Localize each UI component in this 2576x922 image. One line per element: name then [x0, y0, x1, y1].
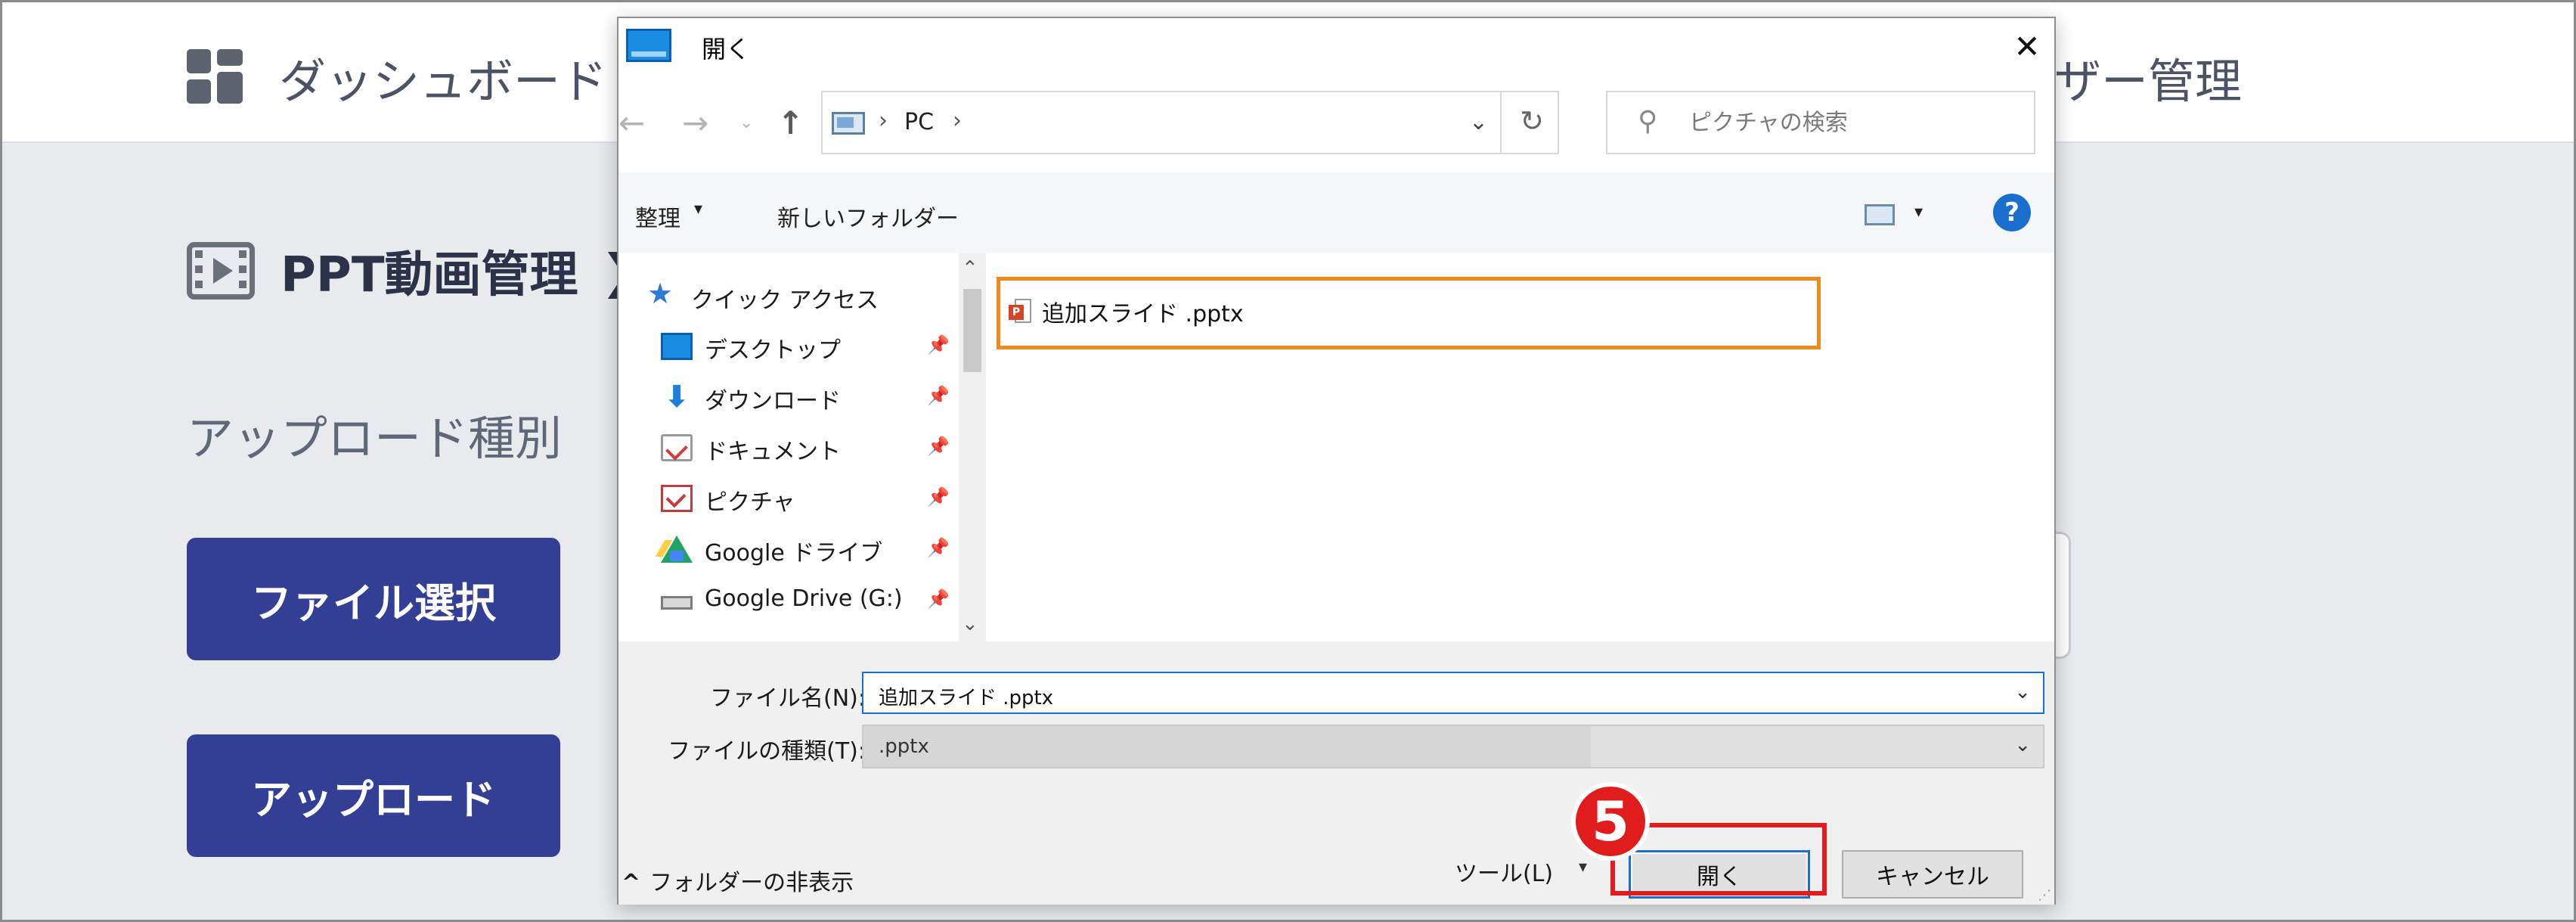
pin-icon: 📌: [927, 537, 950, 558]
pin-icon: 📌: [927, 588, 950, 610]
tools-caret-icon[interactable]: ▾: [1579, 858, 1587, 877]
hide-folders-toggle[interactable]: ^ フォルダーの非表示: [622, 864, 854, 897]
address-dropdown-chevron-icon[interactable]: ⌄: [1469, 109, 1488, 135]
filetype-selection-highlight: [863, 726, 1591, 767]
file-list: P 追加スライド .pptx: [994, 253, 2044, 641]
star-icon: ★: [647, 277, 674, 310]
chevron-down-icon[interactable]: ⌄: [2014, 734, 2031, 756]
content-panel-edge: [2056, 532, 2071, 659]
view-options-caret-icon[interactable]: ▾: [1914, 203, 1923, 222]
back-arrow-icon[interactable]: ←: [618, 104, 645, 141]
dialog-bottom-panel: ファイル名(N): 追加スライド .pptx ⌄ ファイルの種類(T): .pp…: [618, 641, 2054, 905]
nav-item-google-drive[interactable]: Google ドライブ 📌: [618, 523, 966, 573]
nav-item-label: ピクチャ: [705, 489, 795, 516]
pin-icon: 📌: [927, 385, 950, 406]
filetype-select[interactable]: .pptx ⌄: [862, 725, 2044, 768]
nav-item-label: クイック アクセス: [691, 287, 879, 314]
filetype-value[interactable]: .pptx: [879, 735, 929, 758]
nav-item-quick-access[interactable]: ★ クイック アクセス: [618, 271, 966, 321]
address-row: ← → ⌄ ↑ › PC › ⌄ ↻ ⚲: [618, 91, 2054, 159]
nav-item-pictures[interactable]: ピクチャ 📌: [618, 473, 966, 523]
breadcrumb-separator-icon[interactable]: ›: [953, 107, 962, 134]
dashboard-icon: [187, 49, 243, 104]
filename-value[interactable]: 追加スライド .pptx: [879, 682, 1053, 710]
command-bar: 整理 ▾ 新しいフォルダー ▾ ?: [618, 172, 2054, 253]
chevron-down-icon[interactable]: ⌄: [2014, 681, 2031, 703]
filetype-label: ファイルの種類(T):: [668, 738, 866, 765]
address-bar[interactable]: › PC › ⌄ ↻: [821, 91, 1559, 154]
file-select-button[interactable]: ファイル選択: [187, 538, 560, 660]
search-input[interactable]: [1689, 92, 2022, 153]
organize-caret-icon[interactable]: ▾: [694, 200, 702, 219]
pin-icon: 📌: [927, 334, 950, 355]
nav-item-google-drive-g[interactable]: Google Drive (G:) 📌: [618, 575, 966, 625]
cancel-button[interactable]: キャンセル: [1842, 850, 2023, 899]
scroll-up-chevron-icon[interactable]: ⌃: [962, 257, 978, 280]
nav-dashboard-link[interactable]: ダッシュボード: [279, 43, 607, 111]
breadcrumb-pc[interactable]: PC: [904, 109, 934, 135]
up-arrow-icon[interactable]: ↑: [777, 104, 804, 141]
documents-icon: [661, 434, 693, 461]
upload-type-label: アップロード種別: [187, 411, 563, 466]
pictures-icon: [661, 485, 693, 512]
help-icon[interactable]: ?: [1993, 194, 2031, 231]
scroll-down-chevron-icon[interactable]: ⌄: [962, 613, 978, 635]
section-header: PPT動画管理 ❯: [187, 237, 640, 305]
close-button[interactable]: ✕: [2006, 26, 2048, 67]
file-name: 追加スライド .pptx: [1042, 301, 1244, 328]
filename-input[interactable]: 追加スライド .pptx ⌄: [862, 672, 2044, 714]
view-options-icon[interactable]: [1865, 204, 1895, 225]
search-box[interactable]: ⚲: [1606, 91, 2035, 154]
scrollbar-thumb[interactable]: [963, 289, 981, 372]
nav-item-downloads[interactable]: ⬇ ダウンロード 📌: [618, 371, 966, 421]
file-item[interactable]: P 追加スライド .pptx: [1009, 290, 1244, 333]
nav-item-label: デスクトップ: [705, 337, 841, 364]
chevron-up-icon: ^: [622, 870, 641, 896]
dialog-title-bar[interactable]: 開く ✕: [618, 18, 2054, 74]
nav-item-label: ダウンロード: [705, 388, 841, 414]
nav-item-label: Google Drive (G:): [705, 585, 903, 612]
forward-arrow-icon[interactable]: →: [682, 104, 708, 141]
dialog-title: 開く: [702, 35, 751, 64]
address-divider: [1500, 92, 1502, 153]
google-drive-icon: [661, 536, 693, 563]
recent-locations-chevron-icon[interactable]: ⌄: [739, 113, 753, 132]
powerpoint-file-icon: P: [1009, 299, 1031, 324]
window-app-icon: [626, 29, 671, 62]
step-number-badge: 5: [1571, 782, 1650, 861]
file-open-dialog: 開く ✕ ← → ⌄ ↑ › PC › ⌄ ↻ ⚲ 整理 ▾ 新しいフォルダー …: [617, 17, 2056, 905]
refresh-icon[interactable]: ↻: [1520, 104, 1544, 138]
resize-grip-icon[interactable]: ⋰: [2038, 887, 2051, 903]
nav-item-label: Google ドライブ: [705, 540, 883, 567]
desktop-icon: [661, 333, 693, 360]
nav-pane-scrollbar[interactable]: ⌃ ⌄: [959, 253, 986, 641]
nav-item-label: ドキュメント: [705, 439, 841, 465]
nav-item-desktop[interactable]: デスクトップ 📌: [618, 321, 966, 371]
hide-folders-label: フォルダーの非表示: [649, 870, 854, 896]
tools-button[interactable]: ツール(L): [1455, 855, 1553, 888]
nav-item-documents[interactable]: ドキュメント 📌: [618, 422, 966, 472]
breadcrumb-separator-icon: ›: [879, 107, 888, 134]
download-icon: ⬇: [664, 380, 690, 414]
search-icon: ⚲: [1638, 106, 1658, 137]
drive-icon: [661, 596, 693, 610]
nav-user-management-link[interactable]: ザー管理: [2054, 43, 2242, 111]
page-title: PPT動画管理: [281, 247, 578, 303]
pin-icon: 📌: [927, 436, 950, 457]
organize-button[interactable]: 整理: [635, 200, 680, 233]
new-folder-button[interactable]: 新しいフォルダー: [777, 200, 959, 233]
filename-label: ファイル名(N):: [710, 685, 866, 712]
pin-icon: 📌: [927, 486, 950, 508]
pc-icon: [832, 112, 865, 135]
video-film-icon: [187, 242, 255, 300]
upload-button[interactable]: アップロード: [187, 734, 560, 857]
navigation-pane: ★ クイック アクセス デスクトップ 📌 ⬇ ダウンロード 📌 ドキュメント 📌…: [618, 253, 986, 641]
